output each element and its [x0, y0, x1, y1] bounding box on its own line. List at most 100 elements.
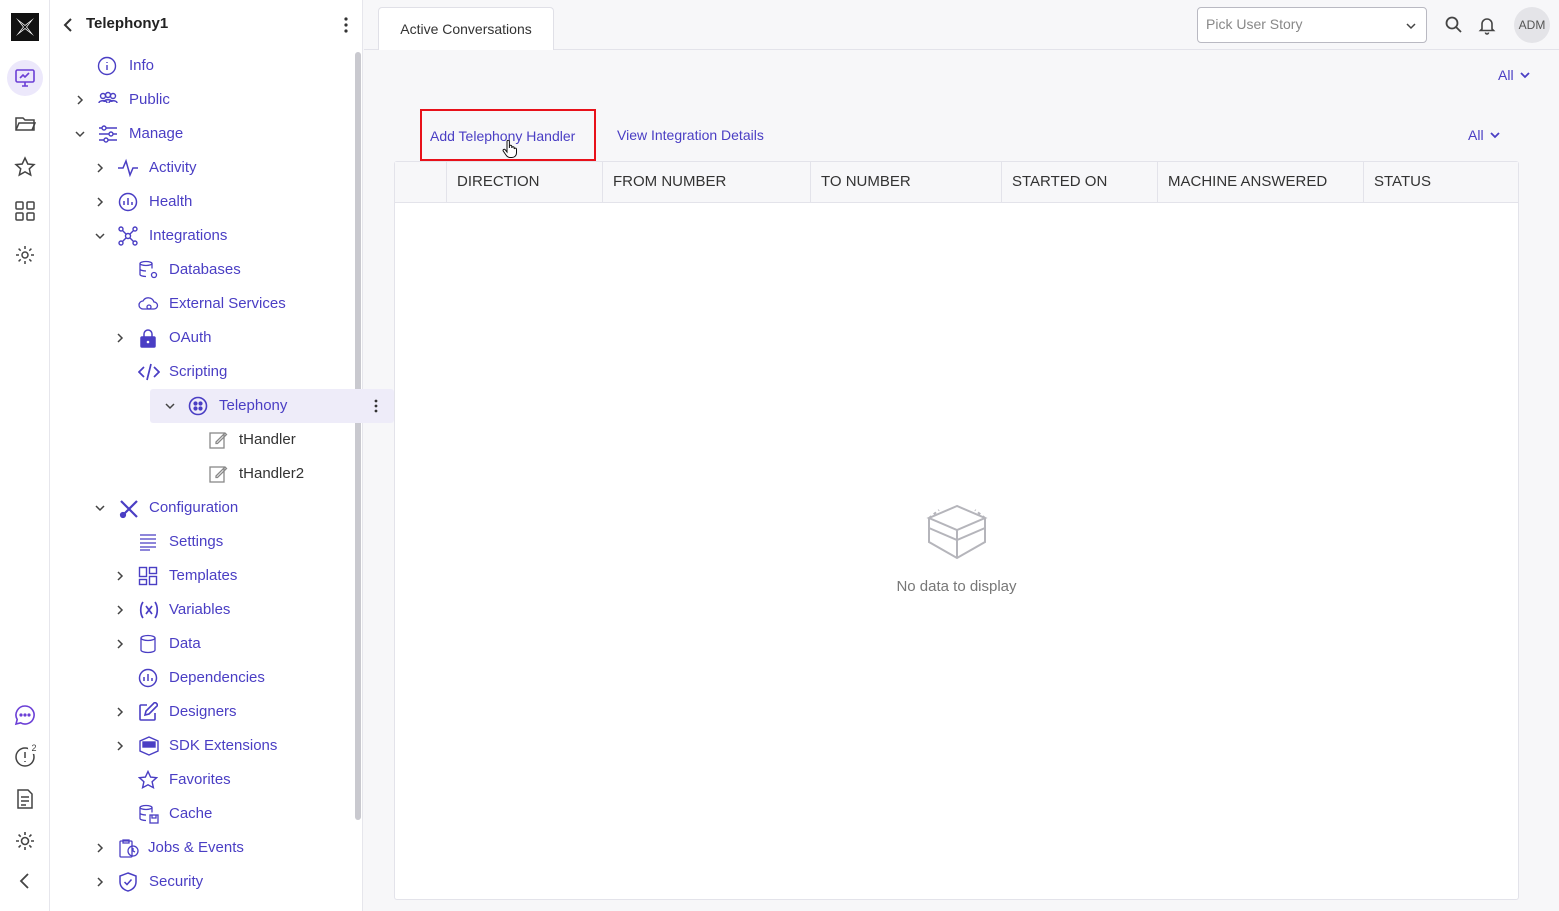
- chevron-right-icon[interactable]: [114, 332, 126, 344]
- info-icon: [97, 56, 117, 76]
- tree-label: Info: [129, 57, 155, 74]
- chevron-right-icon[interactable]: [114, 638, 126, 650]
- table-filter-all-dropdown[interactable]: All: [1468, 127, 1501, 143]
- chevron-right-icon[interactable]: [74, 94, 86, 106]
- chevron-down-icon[interactable]: [164, 400, 176, 412]
- tree-item-jobs-events[interactable]: Jobs & Events: [90, 831, 350, 865]
- tree-label: Data: [169, 635, 201, 652]
- chevron-right-icon[interactable]: [94, 842, 106, 854]
- avatar[interactable]: ADM: [1514, 7, 1550, 43]
- tree-item-thandler[interactable]: tHandler: [150, 423, 350, 457]
- view-integration-details-link[interactable]: View Integration Details: [617, 127, 764, 143]
- telephony-icon: [188, 396, 208, 416]
- cylinder-icon: [138, 634, 158, 654]
- chevron-right-icon[interactable]: [94, 162, 106, 174]
- collapse-icon[interactable]: [7, 863, 43, 899]
- column-header-direction[interactable]: DIRECTION: [446, 162, 602, 203]
- tab-active-conversations[interactable]: Active Conversations: [378, 7, 554, 50]
- user-story-picker[interactable]: [1197, 7, 1427, 43]
- gear-icon[interactable]: [7, 237, 43, 273]
- back-icon[interactable]: [60, 16, 76, 34]
- tree-item-thandler2[interactable]: tHandler2: [150, 457, 350, 491]
- column-header-started-on[interactable]: STARTED ON: [1001, 162, 1157, 203]
- tree-item-configuration[interactable]: Configuration: [90, 491, 350, 525]
- user-story-input[interactable]: [1206, 16, 1386, 32]
- column-header-status[interactable]: STATUS: [1363, 162, 1518, 203]
- tree-label: Cache: [169, 805, 213, 822]
- tools-gear-icon[interactable]: [7, 823, 43, 859]
- tree-item-data[interactable]: Data: [110, 627, 350, 661]
- tree-label: tHandler: [239, 431, 296, 448]
- tree-item-settings[interactable]: Settings: [110, 525, 350, 559]
- tree-label: OAuth: [169, 329, 212, 346]
- chevron-right-icon[interactable]: [94, 196, 106, 208]
- bell-icon[interactable]: [1477, 15, 1497, 35]
- search-icon[interactable]: [1444, 15, 1464, 35]
- variable-icon: [138, 600, 159, 620]
- code-icon: [138, 362, 160, 382]
- tree-item-favorites[interactable]: Favorites: [110, 763, 350, 797]
- tree-label: Favorites: [169, 771, 231, 788]
- monitor-icon[interactable]: [7, 60, 43, 96]
- tree-item-manage[interactable]: Manage: [70, 117, 350, 151]
- chevron-right-icon[interactable]: [114, 570, 126, 582]
- filter-all-dropdown[interactable]: All: [1498, 67, 1531, 83]
- tree-item-activity[interactable]: Activity: [90, 151, 350, 185]
- tree-item-databases[interactable]: Databases: [110, 253, 350, 287]
- hand-cursor-icon: [502, 140, 518, 158]
- tree-item-info[interactable]: Info: [90, 49, 350, 83]
- tree-item-cache[interactable]: Cache: [110, 797, 350, 831]
- tree-item-scripting[interactable]: Scripting: [110, 355, 350, 389]
- column-header-to-number[interactable]: TO NUMBER: [810, 162, 1001, 203]
- tree-label: Activity: [149, 159, 197, 176]
- column-header-from-number[interactable]: FROM NUMBER: [602, 162, 810, 203]
- chat-icon[interactable]: [7, 697, 43, 733]
- column-header-machine-answered[interactable]: MACHINE ANSWERED: [1157, 162, 1363, 203]
- document-icon[interactable]: [7, 781, 43, 817]
- tree-item-sdk-extensions[interactable]: SDK Extensions: [110, 729, 350, 763]
- tree-item-templates[interactable]: Templates: [110, 559, 350, 593]
- more-vertical-icon[interactable]: [338, 15, 354, 35]
- tree-item-security[interactable]: Security: [90, 865, 350, 899]
- tree-item-integrations[interactable]: Integrations: [90, 219, 350, 253]
- chevron-down-icon[interactable]: [1405, 20, 1417, 32]
- folder-icon[interactable]: [7, 105, 43, 141]
- more-vertical-icon[interactable]: [368, 398, 384, 414]
- project-sidebar: Telephony1 Info Public Manage Activity H…: [50, 0, 394, 911]
- pulse-icon: [117, 158, 138, 178]
- app-logo[interactable]: [10, 12, 40, 42]
- chevron-down-icon[interactable]: [74, 128, 86, 140]
- tree-item-variables[interactable]: Variables: [110, 593, 350, 627]
- sidebar-scrollbar[interactable]: [355, 52, 361, 820]
- gauge-icon: [138, 668, 158, 688]
- star-icon[interactable]: [7, 149, 43, 185]
- clipboard-icon: [118, 838, 139, 858]
- tools-icon: [118, 498, 138, 519]
- alert-badge: 2: [28, 742, 40, 754]
- chevron-right-icon[interactable]: [114, 740, 126, 752]
- chevron-right-icon[interactable]: [114, 706, 126, 718]
- tree-item-health[interactable]: Health: [90, 185, 350, 219]
- conversations-table: DIRECTION FROM NUMBER TO NUMBER STARTED …: [394, 161, 1519, 900]
- tree-item-dependencies[interactable]: Dependencies: [110, 661, 350, 695]
- chevron-right-icon[interactable]: [114, 604, 126, 616]
- apps-icon[interactable]: [7, 193, 43, 229]
- tree-label: Settings: [169, 533, 224, 550]
- tree-item-external-services[interactable]: External Services: [110, 287, 350, 321]
- chevron-right-icon[interactable]: [94, 876, 106, 888]
- sliders-icon: [97, 124, 117, 144]
- tree-item-public[interactable]: Public: [70, 83, 350, 117]
- lock-icon: [138, 328, 158, 348]
- tree-item-oauth[interactable]: OAuth: [110, 321, 350, 355]
- alert-icon[interactable]: 2: [7, 739, 43, 775]
- chevron-down-icon[interactable]: [94, 502, 106, 514]
- tree-label: Variables: [169, 601, 231, 618]
- tree-item-telephony[interactable]: Telephony: [150, 389, 394, 423]
- tree-item-designers[interactable]: Designers: [110, 695, 350, 729]
- chevron-down-icon[interactable]: [94, 230, 106, 242]
- tree-label: Security: [149, 873, 204, 890]
- tree-label: Health: [149, 193, 193, 210]
- project-title: Telephony1: [86, 15, 169, 32]
- tree-label: External Services: [169, 295, 286, 312]
- edit-icon: [208, 430, 228, 450]
